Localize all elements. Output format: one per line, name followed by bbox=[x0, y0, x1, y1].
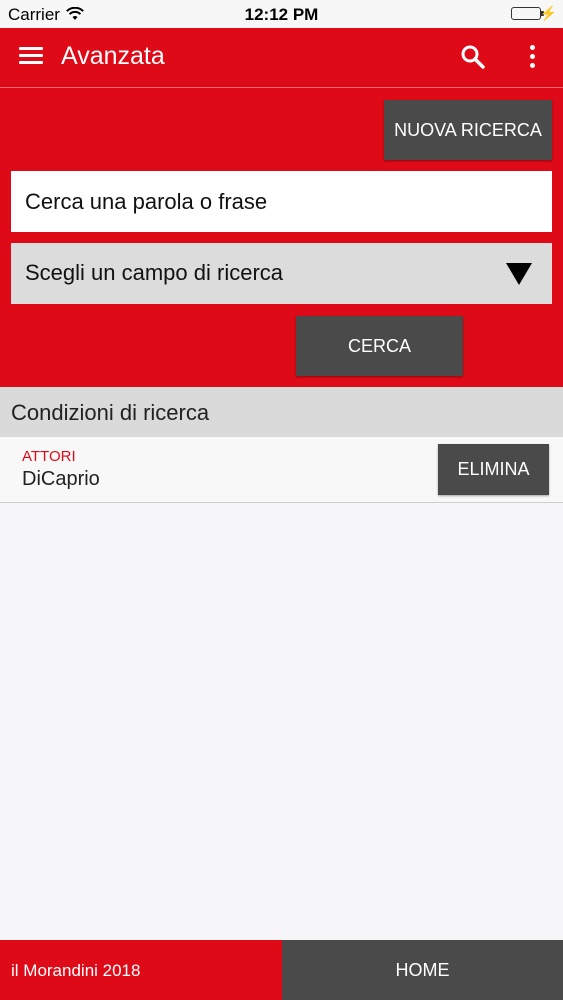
footer-brand: il Morandini 2018 bbox=[0, 940, 282, 1000]
footer-brand-label: il Morandini 2018 bbox=[11, 961, 141, 980]
home-button[interactable]: HOME bbox=[282, 940, 563, 1000]
status-bar: Carrier 12:12 PM ⚡ bbox=[0, 0, 563, 28]
delete-condition-button[interactable]: ELIMINA bbox=[438, 444, 549, 495]
more-vert-icon[interactable] bbox=[528, 45, 536, 69]
search-icon[interactable] bbox=[460, 44, 486, 70]
status-time: 12:12 PM bbox=[244, 5, 319, 24]
menu-icon[interactable] bbox=[19, 47, 43, 67]
condition-row: ATTORI DiCaprio ELIMINA bbox=[0, 437, 563, 503]
new-search-button[interactable]: NUOVA RICERCA bbox=[384, 100, 552, 160]
conditions-header-label: Condizioni di ricerca bbox=[11, 400, 210, 425]
page-title: Avanzata bbox=[61, 42, 165, 70]
dropdown-triangle-icon bbox=[506, 263, 532, 285]
search-field-select-label: Scegli un campo di ricerca bbox=[25, 260, 284, 285]
search-panel: NUOVA RICERCA Scegli un campo di ricerca… bbox=[0, 88, 563, 387]
battery-icon bbox=[511, 7, 541, 20]
condition-field-name: ATTORI bbox=[22, 448, 76, 465]
search-button[interactable]: CERCA bbox=[296, 316, 463, 376]
search-field-select[interactable]: Scegli un campo di ricerca bbox=[11, 243, 552, 304]
conditions-header: Condizioni di ricerca bbox=[0, 387, 563, 437]
charging-icon: ⚡ bbox=[539, 5, 557, 21]
app-bar: Avanzata bbox=[0, 28, 563, 88]
search-input[interactable] bbox=[11, 171, 552, 232]
condition-value: DiCaprio bbox=[22, 468, 100, 490]
